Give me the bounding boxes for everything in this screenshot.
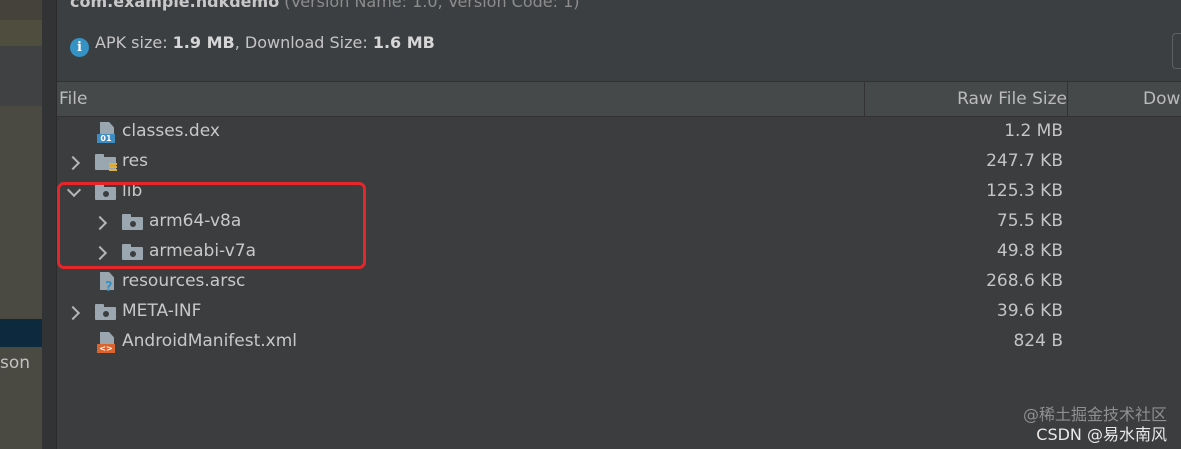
tree-row-res[interactable]: res 247.7 KB (57, 147, 1181, 177)
left-editor-panel: son (0, 0, 42, 449)
size-summary: i APK size: 1.9 MB, Download Size: 1.6 MB (70, 33, 435, 57)
download-size-label: , Download Size: (234, 33, 373, 52)
left-band (0, 46, 42, 106)
tree-row-android-manifest[interactable]: <> AndroidManifest.xml 824 B (57, 327, 1181, 357)
row-size: 49.8 KB (996, 241, 1063, 261)
package-name: com.example.ndkdemo (70, 0, 280, 11)
app-header: com.example.ndkdemo (Version Name: 1.0, … (70, 0, 580, 11)
tree-row-meta-inf[interactable]: META-INF 39.6 KB (57, 297, 1181, 327)
apk-analyzer: com.example.ndkdemo (Version Name: 1.0, … (57, 0, 1181, 449)
left-partial-text: son (0, 353, 31, 373)
column-file[interactable]: File (59, 82, 87, 116)
resource-file-icon: ? (97, 272, 115, 295)
watermark: @稀土掘金技术社区 CSDN @易水南风 (1023, 406, 1167, 444)
compare-button[interactable] (1172, 33, 1181, 69)
watermark-line1: @稀土掘金技术社区 (1022, 405, 1167, 424)
column-raw-size[interactable]: Raw File Size (864, 82, 1067, 116)
row-name: AndroidManifest.xml (122, 331, 298, 351)
download-size-value: 1.6 MB (372, 33, 435, 52)
tree-row-classes-dex[interactable]: 01 classes.dex 1.2 MB (57, 117, 1181, 147)
left-band (0, 0, 42, 20)
table-header: File Raw File Size Dow (57, 81, 1181, 117)
tree-row-resources-arsc[interactable]: ? resources.arsc 268.6 KB (57, 267, 1181, 297)
column-download-size[interactable]: Dow (1067, 82, 1181, 116)
row-name: META-INF (122, 301, 202, 321)
dex-file-icon: 01 (97, 122, 115, 143)
row-size: 39.6 KB (996, 301, 1063, 321)
folder-icon (95, 304, 116, 320)
row-size: 268.6 KB (986, 271, 1063, 291)
xml-file-icon: <> (97, 332, 115, 353)
row-size: 824 B (1013, 331, 1063, 351)
row-size: 1.2 MB (1004, 121, 1063, 141)
chevron-right-icon[interactable] (65, 304, 82, 321)
chevron-right-icon[interactable] (65, 154, 82, 171)
highlight-box (57, 182, 366, 269)
row-size: 247.7 KB (986, 151, 1063, 171)
row-name: resources.arsc (122, 271, 246, 291)
info-icon: i (70, 38, 89, 57)
file-tree: 01 classes.dex 1.2 MB res 247.7 KB lib 1… (57, 117, 1181, 449)
left-selected-row[interactable] (0, 319, 42, 347)
apk-size-value: 1.9 MB (172, 33, 235, 52)
row-size: 125.3 KB (986, 181, 1063, 201)
left-band (0, 106, 42, 319)
left-band (0, 20, 42, 46)
watermark-line2: CSDN @易水南风 (1036, 425, 1167, 444)
row-name: classes.dex (122, 121, 220, 141)
panel-gutter (42, 0, 57, 449)
apk-size-label: APK size: (95, 33, 173, 52)
folder-res-icon (95, 154, 117, 171)
version-info: (Version Name: 1.0, Version Code: 1) (284, 0, 580, 11)
row-name: res (122, 151, 148, 171)
row-size: 75.5 KB (996, 211, 1063, 231)
